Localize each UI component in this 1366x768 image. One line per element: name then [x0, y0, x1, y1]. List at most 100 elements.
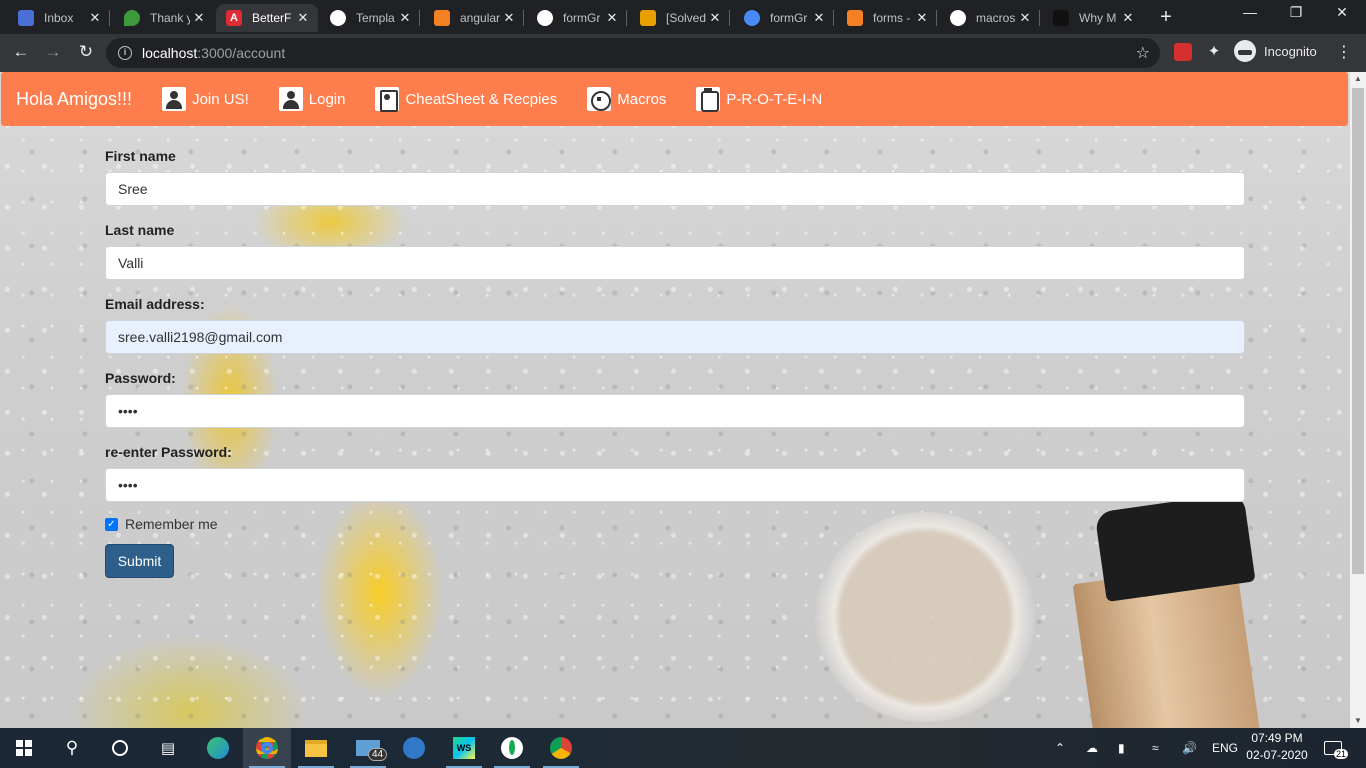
- circle-icon: [744, 10, 760, 26]
- clock-date: 02-07-2020: [1246, 748, 1308, 762]
- account-form: First name Sree Last name Valli Email ad…: [105, 148, 1245, 578]
- tab-macros[interactable]: macros ✕: [940, 4, 1040, 32]
- task-view-icon[interactable]: ▤: [144, 728, 192, 768]
- close-icon[interactable]: ✕: [396, 10, 414, 26]
- mail-icon: [18, 10, 34, 26]
- menu-icon[interactable]: ⋮: [1336, 42, 1352, 62]
- tab-label: Inbox: [44, 11, 74, 25]
- user-icon: [162, 87, 187, 111]
- close-window-button[interactable]: ✕: [1322, 4, 1362, 21]
- notification-icon[interactable]: 21: [1324, 728, 1349, 768]
- info-icon[interactable]: i: [118, 46, 132, 60]
- tab-why[interactable]: Why M ✕: [1043, 4, 1143, 32]
- minimize-button[interactable]: —: [1230, 4, 1270, 20]
- remember-me-checkbox[interactable]: ✓: [105, 517, 118, 531]
- leaf-icon: [124, 10, 140, 26]
- volume-icon[interactable]: 🔊: [1182, 728, 1197, 768]
- bookmark-star-icon[interactable]: ☆: [1136, 43, 1150, 63]
- tab-templates[interactable]: Templa ✕: [320, 4, 420, 32]
- battery-icon[interactable]: ▮: [1118, 728, 1125, 768]
- incognito-label: Incognito: [1264, 43, 1317, 59]
- new-tab-button[interactable]: +: [1154, 6, 1178, 29]
- language-indicator[interactable]: ENG: [1212, 728, 1238, 768]
- chrome-taskbar-icon-2[interactable]: [537, 728, 585, 768]
- last-name-input[interactable]: Valli: [105, 246, 1245, 280]
- first-name-input[interactable]: Sree: [105, 172, 1245, 206]
- start-button[interactable]: [0, 728, 48, 768]
- nav-login[interactable]: Login: [278, 87, 346, 111]
- tab-label: formGr: [563, 11, 601, 25]
- nav-label: P-R-O-T-E-I-N: [726, 90, 823, 108]
- reenter-password-label: re-enter Password:: [105, 444, 232, 460]
- tab-formgroup-1[interactable]: formGr ✕: [527, 4, 627, 32]
- nav-cheatsheet[interactable]: CheatSheet & Recpies: [375, 87, 557, 112]
- incognito-icon: [1234, 40, 1256, 62]
- back-button[interactable]: ←: [10, 42, 32, 62]
- mongodb-icon[interactable]: [488, 728, 536, 768]
- brand-link[interactable]: Hola Amigos!!!: [16, 89, 132, 110]
- tab-inbox[interactable]: Inbox ✕: [8, 4, 110, 32]
- maximize-button[interactable]: ❐: [1276, 4, 1316, 21]
- search-icon[interactable]: ⚲: [48, 728, 96, 768]
- close-icon[interactable]: ✕: [294, 10, 312, 26]
- extension-icon[interactable]: [1174, 43, 1192, 61]
- windows-taskbar: ⚲ ▤ 44 WS ⌃ ☁ ▮ ≈ 🔊 ENG 07:49 PM 02-07-2…: [0, 728, 1366, 768]
- scroll-down-icon[interactable]: ▼: [1350, 714, 1366, 728]
- nav-macros[interactable]: Macros: [587, 87, 666, 111]
- remember-me-label[interactable]: Remember me: [125, 516, 218, 532]
- app-icon[interactable]: [390, 728, 438, 768]
- tray-overflow-icon[interactable]: ⌃: [1055, 728, 1065, 768]
- site-navbar: Hola Amigos!!! Join US! Login CheatSheet…: [1, 72, 1348, 126]
- cortana-icon[interactable]: [96, 728, 144, 768]
- password-input[interactable]: ••••: [105, 394, 1245, 428]
- file-explorer-icon[interactable]: [292, 728, 340, 768]
- browser-toolbar: ← → ↻ i localhost:3000/account ☆ ✦ Incog…: [0, 34, 1366, 72]
- close-icon[interactable]: ✕: [86, 10, 104, 26]
- first-name-label: First name: [105, 148, 176, 164]
- submit-button[interactable]: Submit: [105, 544, 174, 578]
- jar-icon: [696, 87, 721, 112]
- tab-label: Why M: [1079, 11, 1117, 25]
- wifi-icon[interactable]: ≈: [1152, 728, 1159, 768]
- address-bar[interactable]: i localhost:3000/account ☆: [106, 38, 1160, 68]
- clock[interactable]: 07:49 PM 02-07-2020: [1244, 730, 1310, 764]
- nav-protein[interactable]: P-R-O-T-E-I-N: [696, 87, 823, 112]
- scroll-up-icon[interactable]: ▲: [1350, 72, 1366, 86]
- tab-thank-you[interactable]: Thank y ✕: [114, 4, 214, 32]
- chrome-taskbar-icon[interactable]: [243, 728, 291, 768]
- windows-icon: [16, 740, 32, 756]
- nav-label: Login: [308, 90, 346, 108]
- stackoverflow-icon: [847, 10, 863, 26]
- webstorm-icon[interactable]: WS: [440, 728, 488, 768]
- tab-label: macros: [976, 11, 1016, 25]
- reload-button[interactable]: ↻: [75, 42, 97, 62]
- close-icon[interactable]: ✕: [1016, 10, 1034, 26]
- page-scrollbar[interactable]: ▲ ▼: [1350, 72, 1366, 728]
- edge-icon[interactable]: [194, 728, 242, 768]
- close-icon[interactable]: ✕: [1119, 10, 1137, 26]
- email-label: Email address:: [105, 296, 205, 312]
- clock-time: 07:49 PM: [1251, 731, 1303, 745]
- close-icon[interactable]: ✕: [706, 10, 724, 26]
- email-input[interactable]: sree.valli2198@gmail.com: [105, 320, 1245, 354]
- nav-label: Macros: [617, 90, 667, 108]
- stackoverflow-icon: [434, 10, 450, 26]
- reenter-password-input[interactable]: ••••: [105, 468, 1245, 502]
- scrollbar-thumb[interactable]: [1352, 88, 1364, 574]
- tab-angular[interactable]: angular ✕: [424, 4, 524, 32]
- nav-join-us[interactable]: Join US!: [162, 87, 249, 111]
- close-icon[interactable]: ✕: [190, 10, 208, 26]
- close-icon[interactable]: ✕: [603, 10, 621, 26]
- onedrive-icon[interactable]: ☁: [1086, 728, 1098, 768]
- tab-formgroup-2[interactable]: formGr ✕: [734, 4, 834, 32]
- close-icon[interactable]: ✕: [500, 10, 518, 26]
- forward-button[interactable]: →: [42, 42, 64, 62]
- incognito-indicator[interactable]: Incognito: [1234, 40, 1317, 62]
- close-icon[interactable]: ✕: [913, 10, 931, 26]
- tab-betterfit[interactable]: A BetterF ✕: [216, 4, 318, 32]
- close-icon[interactable]: ✕: [810, 10, 828, 26]
- puzzle-icon[interactable]: ✦: [1205, 43, 1223, 61]
- mail-taskbar-icon[interactable]: 44: [344, 728, 392, 768]
- tab-solved[interactable]: [Solved ✕: [630, 4, 730, 32]
- tab-forms[interactable]: forms - ✕: [837, 4, 937, 32]
